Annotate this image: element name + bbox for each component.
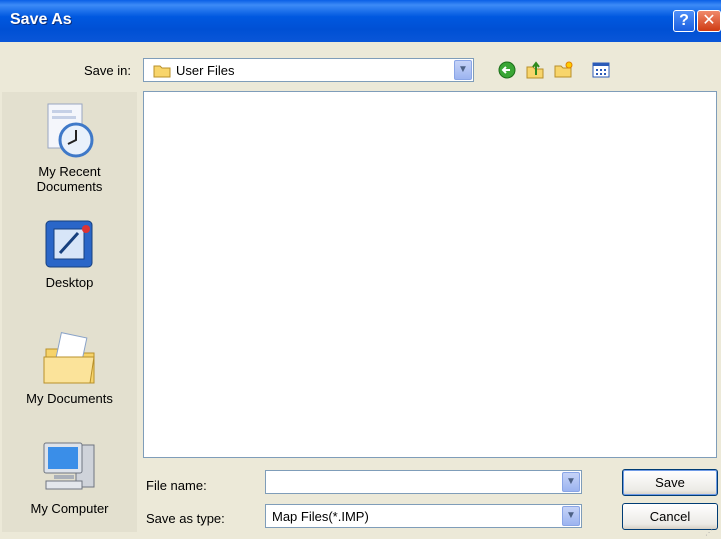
chevron-down-icon[interactable]: ▼ — [454, 60, 472, 80]
save-as-type-value: Map Files(*.IMP) — [272, 509, 369, 524]
desktop-icon — [45, 220, 92, 268]
new-folder-icon[interactable] — [553, 60, 573, 80]
place-my-documents[interactable]: My Documents — [2, 327, 137, 406]
cancel-button[interactable]: Cancel — [622, 503, 718, 530]
recent-documents-icon — [47, 103, 93, 158]
save-in-dropdown[interactable]: User Files ▼ — [143, 58, 474, 82]
title-bar[interactable]: Save As ? ✕ — [0, 0, 721, 42]
my-documents-icon — [43, 332, 95, 384]
views-menu-icon[interactable] — [591, 60, 611, 80]
place-label: My Recent Documents — [36, 164, 103, 194]
window-title: Save As — [10, 11, 72, 28]
save-as-type-label: Save as type: — [146, 511, 225, 526]
file-list[interactable] — [143, 91, 717, 458]
save-as-type-dropdown[interactable]: Map Files(*.IMP) ▼ — [265, 504, 582, 528]
save-button[interactable]: Save — [622, 469, 718, 496]
file-name-label: File name: — [146, 478, 207, 493]
place-desktop[interactable]: Desktop — [2, 217, 137, 290]
close-icon: ✕ — [702, 12, 716, 29]
place-label: My Documents — [26, 391, 113, 406]
help-button[interactable]: ? — [673, 10, 695, 32]
my-computer-icon — [43, 442, 94, 490]
places-bar: My Recent Documents Desktop My Documents — [2, 92, 137, 532]
save-in-label: Save in: — [84, 63, 131, 78]
resize-grip-icon[interactable]: ⋰ — [705, 528, 719, 538]
place-my-recent-documents[interactable]: My Recent Documents — [2, 102, 137, 194]
back-arrow-icon[interactable] — [497, 60, 517, 80]
close-button[interactable]: ✕ — [697, 10, 721, 32]
up-folder-icon[interactable] — [525, 60, 545, 80]
save-in-value: User Files — [176, 63, 235, 78]
chevron-down-icon[interactable]: ▼ — [562, 472, 580, 492]
help-icon: ? — [679, 12, 689, 29]
place-my-computer[interactable]: My Computer — [2, 437, 137, 516]
folder-icon — [153, 65, 171, 78]
place-label: My Computer — [30, 501, 109, 516]
place-label: Desktop — [45, 275, 94, 290]
save-as-dialog: Save As ? ✕ Save in: User Files ▼ My Rec… — [0, 0, 721, 539]
chevron-down-icon[interactable]: ▼ — [562, 506, 580, 526]
file-name-field[interactable]: ▼ — [265, 470, 582, 494]
